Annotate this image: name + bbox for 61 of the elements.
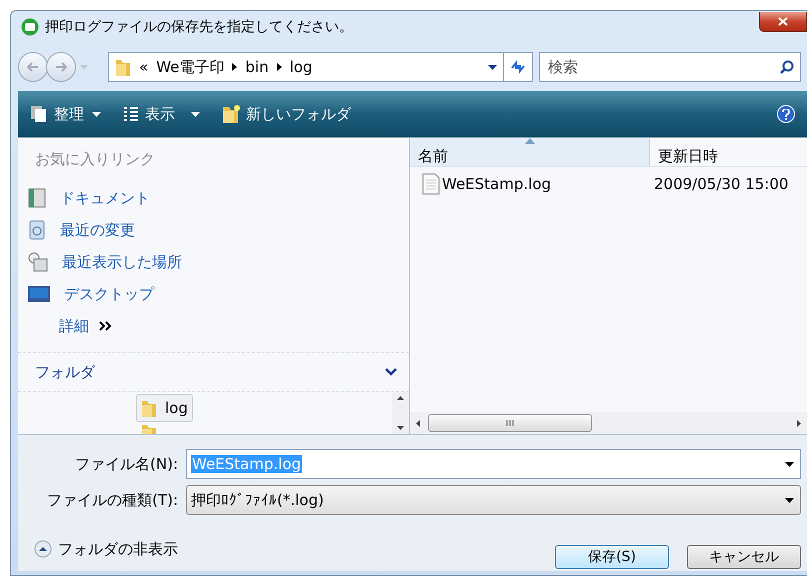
folder-tree-item[interactable]: log — [136, 394, 193, 422]
text-file-icon — [422, 173, 440, 195]
scroll-right-icon[interactable] — [797, 420, 801, 426]
hide-folders-button[interactable]: フォルダの非表示 — [34, 540, 178, 558]
new-folder-icon — [222, 104, 240, 124]
window-title: 押印ログファイルの保存先を指定してください。 — [45, 18, 354, 36]
list-view-icon — [123, 106, 139, 122]
dropdown-arrow-icon — [785, 498, 794, 502]
column-header[interactable]: 更新日時 — [650, 138, 807, 166]
refresh-button[interactable] — [503, 52, 533, 82]
favorite-link[interactable]: 最近表示した場所 — [18, 246, 409, 278]
folder-icon — [141, 398, 157, 418]
field-label: ファイルの種類(T): — [46, 490, 178, 510]
pages-icon — [30, 105, 48, 123]
document-binder-icon — [28, 188, 46, 208]
dropdown-arrow-icon[interactable] — [488, 64, 497, 70]
app-icon — [21, 18, 39, 36]
breadcrumb-arrow-icon[interactable] — [276, 63, 282, 71]
scroll-left-icon[interactable] — [416, 420, 420, 426]
search-icon — [780, 60, 794, 74]
filetype-dropdown[interactable]: 押印ﾛｸﾞﾌｧｲﾙ(*.log) — [186, 485, 801, 515]
file-name[interactable]: WeEStamp.log — [410, 173, 650, 195]
dropdown-arrow-icon — [92, 112, 101, 116]
double-chevron-icon — [99, 321, 113, 331]
search-field[interactable]: 検索 — [539, 52, 801, 82]
breadcrumb[interactable]: bin — [245, 58, 269, 76]
dialog-button[interactable]: キャンセル — [687, 545, 801, 569]
column-header[interactable]: 名前 — [410, 138, 650, 166]
help-icon[interactable] — [777, 105, 795, 123]
scroll-down-icon[interactable] — [397, 426, 404, 430]
breadcrumb[interactable]: log — [290, 58, 312, 76]
favorite-link[interactable]: 最近の変更 — [18, 214, 409, 246]
search-input[interactable]: 検索 — [546, 53, 780, 81]
scroll-thumb[interactable] — [428, 414, 592, 432]
chevron-icon — [385, 368, 397, 376]
field-label: ファイル名(N): — [74, 454, 178, 474]
sort-arrow-icon — [525, 138, 535, 144]
toolbar-button[interactable]: 新しいフォルダ — [222, 104, 351, 124]
right-arrow-icon — [55, 62, 67, 72]
folder-icon — [115, 57, 131, 77]
favorite-link[interactable]: デスクトップ — [18, 278, 409, 310]
dropdown-arrow-icon — [785, 462, 794, 466]
dialog-button[interactable]: 保存(S) — [555, 545, 669, 569]
collapse-icon — [34, 540, 52, 558]
close-button[interactable] — [759, 12, 807, 32]
dropdown-arrow-icon — [191, 112, 200, 116]
breadcrumb[interactable]: We電子印 — [156, 58, 224, 76]
scroll-up-icon[interactable] — [397, 396, 404, 400]
more-link[interactable]: 詳細 — [18, 310, 409, 342]
favorites-heading: お気に入りリンク — [34, 149, 156, 170]
address-bar[interactable]: « We電子印 bin log — [108, 52, 504, 82]
favorite-link[interactable]: ドキュメント — [18, 182, 409, 214]
close-icon — [778, 17, 788, 26]
left-arrow-icon — [27, 62, 39, 72]
folders-toggle[interactable]: フォルダ — [18, 352, 409, 392]
toolbar-button[interactable]: 整理 — [30, 104, 101, 124]
desktop-icon — [28, 286, 50, 302]
breadcrumb-arrow-icon[interactable] — [232, 63, 238, 71]
modified-date: 2009/05/30 15:00 — [653, 175, 788, 193]
overflow-chevron[interactable]: « — [139, 58, 148, 76]
toolbar-button[interactable]: 表示 — [123, 104, 200, 124]
